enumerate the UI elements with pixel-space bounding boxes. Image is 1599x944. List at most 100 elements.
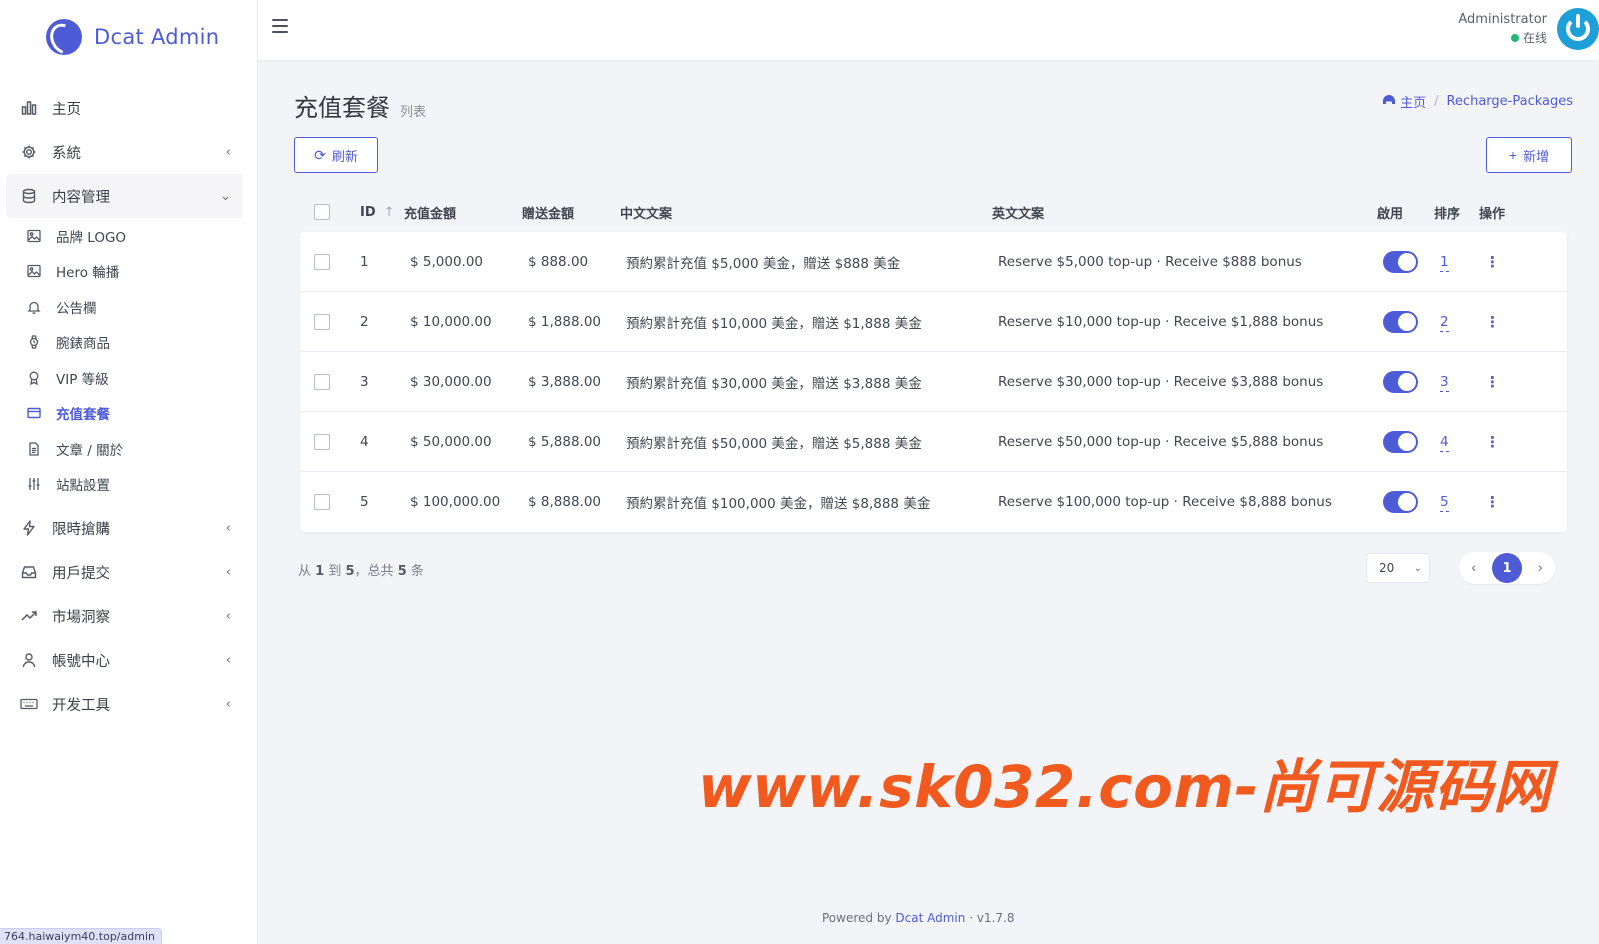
sort-edit-link[interactable]: 1 xyxy=(1440,253,1449,272)
cell-id: 2 xyxy=(360,313,369,330)
sidebar: Dcat Admin 主页 系統 ‹ 内容管理 ⌄ 品牌 LOGO Hero 輪… xyxy=(0,0,258,944)
cell-cn: 預約累計充值 $10,000 美金，贈送 $1,888 美金 xyxy=(626,315,922,332)
chevron-left-icon: ‹ xyxy=(225,564,231,580)
sidebar-subitem-label: 公告欄 xyxy=(56,300,97,317)
cell-id: 3 xyxy=(360,373,369,390)
avatar[interactable] xyxy=(1557,8,1599,50)
more-actions-icon[interactable]: ⋮ xyxy=(1485,373,1500,391)
enabled-toggle[interactable] xyxy=(1383,250,1418,273)
powered-by-label: Powered by xyxy=(822,911,892,925)
sidebar-subitem-watch[interactable]: 腕錶商品 xyxy=(6,325,257,361)
footer-separator: · xyxy=(969,911,977,925)
menu-toggle-icon[interactable] xyxy=(272,19,288,33)
prev-page-icon[interactable]: ‹ xyxy=(1471,561,1476,576)
sidebar-item-home[interactable]: 主页 xyxy=(6,86,243,130)
trend-icon xyxy=(20,607,38,625)
sidebar-subitem-settings[interactable]: 站點設置 xyxy=(6,467,257,503)
row-checkbox-cell xyxy=(300,494,360,510)
user-info: Administrator 在线 xyxy=(1458,12,1547,46)
row-checkbox[interactable] xyxy=(314,313,330,330)
row-checkbox[interactable] xyxy=(314,373,330,390)
per-page-select[interactable]: 20 ⌄ xyxy=(1366,553,1430,583)
next-page-icon[interactable]: › xyxy=(1538,561,1543,576)
sort-edit-link[interactable]: 5 xyxy=(1440,494,1449,512)
user-menu[interactable]: Administrator 在线 xyxy=(1458,8,1599,50)
header-en: 英文文案 xyxy=(992,206,1045,222)
breadcrumb-separator: / xyxy=(1434,94,1439,109)
info-to: 5 xyxy=(345,564,355,579)
sidebar-item-label: 用戶提交 xyxy=(52,565,110,582)
sidebar-subitem-label: 充值套餐 xyxy=(56,407,110,424)
enabled-toggle[interactable] xyxy=(1383,370,1418,393)
breadcrumb-home[interactable]: 主页 xyxy=(1400,92,1426,111)
sidebar-subitem-vip[interactable]: VIP 等級 xyxy=(6,360,257,396)
cell-enabled xyxy=(1383,491,1440,513)
header-id[interactable]: ID ↑ xyxy=(354,205,404,220)
refresh-button-label: 刷新 xyxy=(331,148,358,164)
cell-id: 4 xyxy=(360,433,369,450)
sidebar-item-system[interactable]: 系統 ‹ xyxy=(6,130,243,174)
sidebar-item-label: 系統 xyxy=(52,145,81,162)
cell-op: ⋮ xyxy=(1485,493,1525,511)
row-checkbox[interactable] xyxy=(314,494,330,510)
footer-product-link[interactable]: Dcat Admin xyxy=(895,911,965,925)
more-actions-icon[interactable]: ⋮ xyxy=(1485,313,1500,331)
sort-up-icon[interactable]: ↑ xyxy=(384,205,395,220)
enabled-toggle[interactable] xyxy=(1383,310,1418,333)
user-status-text: 在线 xyxy=(1522,31,1547,45)
header-enabled: 啟用 xyxy=(1377,206,1404,222)
more-actions-icon[interactable]: ⋮ xyxy=(1485,253,1500,271)
footer-powered: Powered by Dcat Admin · v1.7.8 xyxy=(822,911,1014,925)
chevron-left-icon: ‹ xyxy=(225,696,231,712)
sidebar-item-submissions[interactable]: 用戶提交 ‹ xyxy=(6,550,243,594)
sidebar-item-content[interactable]: 内容管理 ⌄ xyxy=(6,174,243,218)
more-actions-icon[interactable]: ⋮ xyxy=(1485,493,1500,511)
sidebar-nav-bottom: 限時搶購 ‹ 用戶提交 ‹ 市場洞察 ‹ 帳號中心 ‹ 开发工具 ‹ xyxy=(0,502,257,726)
sidebar-subitem-hero[interactable]: Hero 輪播 xyxy=(6,254,257,290)
sidebar-subitem-recharge[interactable]: 充值套餐 xyxy=(6,396,257,432)
cell-enabled xyxy=(1383,310,1440,333)
cell-sort: 1 xyxy=(1440,253,1485,272)
sidebar-item-accounts[interactable]: 帳號中心 ‹ xyxy=(6,638,243,682)
sidebar-item-devtools[interactable]: 开发工具 ‹ xyxy=(6,682,243,726)
refresh-button[interactable]: ⟳ 刷新 xyxy=(294,137,378,173)
table-row: 3 $ 30,000.00 $ 3,888.00 預約累計充值 $30,000 … xyxy=(300,352,1567,412)
status-bar-url: 764.haiwaiym40.top/admin xyxy=(0,928,162,944)
cell-enabled xyxy=(1383,370,1440,393)
sidebar-subitem-articles[interactable]: 文章 / 關於 xyxy=(6,431,257,467)
footer-version: v1.7.8 xyxy=(976,911,1015,925)
sidebar-item-flash-sale[interactable]: 限時搶購 ‹ xyxy=(6,506,243,550)
sidebar-subitem-notice[interactable]: 公告欄 xyxy=(6,289,257,325)
enabled-toggle[interactable] xyxy=(1383,491,1418,513)
sort-edit-link[interactable]: 2 xyxy=(1440,313,1449,332)
sort-edit-link[interactable]: 3 xyxy=(1440,373,1449,392)
info-total: 5 xyxy=(397,564,407,579)
data-table: ID ↑ 充值金額 贈送金額 中文文案 英文文案 啟用 排序 操作 1 $ 5,0… xyxy=(294,192,1573,532)
cell-bonus: $ 8,888.00 xyxy=(528,494,601,510)
inbox-icon xyxy=(20,563,38,581)
page-number-current[interactable]: 1 xyxy=(1492,553,1522,583)
header-checkbox-cell xyxy=(294,204,354,220)
sidebar-item-label: 开发工具 xyxy=(52,697,110,714)
row-checkbox[interactable] xyxy=(314,433,330,450)
more-actions-icon[interactable]: ⋮ xyxy=(1485,433,1500,451)
info-from-label: 从 xyxy=(298,564,312,579)
select-all-checkbox[interactable] xyxy=(314,204,330,220)
per-page-value: 20 xyxy=(1379,561,1395,575)
row-checkbox-cell xyxy=(300,373,360,390)
row-checkbox[interactable] xyxy=(314,253,330,270)
cell-enabled xyxy=(1383,250,1440,273)
cell-op: ⋮ xyxy=(1485,373,1525,391)
add-button[interactable]: + 新增 xyxy=(1486,137,1572,173)
page-header: 充值套餐 列表 xyxy=(294,88,426,123)
cell-en: Reserve $30,000 top-up · Receive $3,888 … xyxy=(998,373,1324,390)
enabled-toggle[interactable] xyxy=(1383,430,1418,453)
sidebar-item-label: 帳號中心 xyxy=(52,653,110,670)
user-icon xyxy=(20,651,38,669)
cell-enabled xyxy=(1383,430,1440,453)
sidebar-subitem-brand-logo[interactable]: 品牌 LOGO xyxy=(6,218,257,254)
brand[interactable]: Dcat Admin xyxy=(0,0,257,74)
sort-edit-link[interactable]: 4 xyxy=(1440,433,1449,452)
sidebar-item-insights[interactable]: 市場洞察 ‹ xyxy=(6,594,243,638)
refresh-icon: ⟳ xyxy=(314,146,326,163)
